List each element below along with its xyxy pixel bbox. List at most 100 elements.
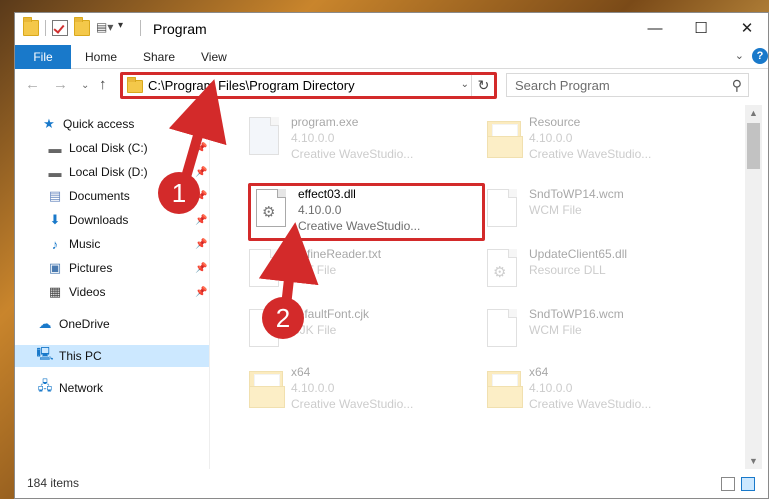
sidebar-item-label: Music (69, 237, 101, 251)
address-path[interactable]: C:\Program Files\Program Directory (148, 78, 355, 93)
folder-icon (487, 367, 523, 409)
sidebar-item-label: Videos (69, 285, 106, 299)
details-view-icon[interactable] (721, 477, 735, 491)
status-bar: 184 items (15, 469, 768, 498)
pin-icon: 📌 (195, 142, 208, 154)
folder-icon (487, 117, 523, 159)
customize-toolbar-icon[interactable]: ▤▾ (96, 20, 113, 36)
sidebar-item-videos[interactable]: ▦ Videos 📌 (15, 281, 209, 303)
item-count: 184 items (27, 476, 80, 490)
sidebar-item-label: Downloads (69, 213, 129, 227)
sidebar-item-label: This PC (59, 349, 102, 363)
drive-icon: ▬ (48, 164, 62, 180)
step-marker-1: 1 (158, 172, 200, 214)
scroll-thumb[interactable] (747, 123, 760, 169)
toolbar-divider (140, 20, 141, 36)
documents-icon: ▤ (48, 188, 62, 203)
back-button[interactable]: ← (25, 76, 40, 93)
tab-home[interactable]: Home (85, 45, 117, 69)
pin-icon: 📌 (195, 214, 208, 226)
search-placeholder: Search Program (515, 78, 610, 93)
pin-icon: 📌 (195, 166, 208, 178)
file-item[interactable]: program.exe 4.10.0.0 Creative WaveStudio… (241, 111, 477, 169)
scroll-up-icon[interactable]: ▲ (745, 105, 762, 121)
file-icon (249, 249, 283, 291)
sidebar-item-label: Pictures (69, 261, 113, 275)
address-dropdown-icon[interactable]: ⌄ (461, 79, 469, 90)
sidebar-item-local-disk-c[interactable]: ▬ Local Disk (C:) 📌 (15, 137, 209, 159)
quick-access-toolbar: ▤▾ ▾ (23, 17, 147, 36)
forward-button[interactable]: → (53, 76, 68, 93)
navigation-bar: ← → ⌄ ↑ C:\Program Files\Program Directo… (15, 70, 768, 101)
tab-file[interactable]: File (15, 45, 71, 69)
ribbon-tabs: File Home Share View ⌄ ? (15, 45, 768, 69)
dll-gear-icon: ⚙ (487, 249, 521, 291)
sidebar-item-label: OneDrive (59, 317, 110, 331)
folder-icon (249, 367, 285, 409)
folder-item[interactable]: x64 4.10.0.0 Creative WaveStudio... (241, 361, 477, 419)
sidebar-item-label: Local Disk (C:) (69, 141, 148, 155)
folder-item[interactable]: x64 4.10.0.0 Creative WaveStudio... (479, 361, 715, 419)
address-bar[interactable]: C:\Program Files\Program Directory ⌄ ↻ (121, 73, 496, 97)
window-title: Program (153, 21, 207, 37)
sidebar-item-pictures[interactable]: ▣ Pictures 📌 (15, 257, 209, 279)
download-icon: ⬇ (49, 212, 61, 227)
pin-icon: 📌 (195, 238, 208, 250)
file-icon (487, 309, 521, 351)
pictures-icon: ▣ (48, 260, 62, 275)
cloud-icon: ☁ (38, 316, 52, 331)
sidebar-item-this-pc[interactable]: 🖳 This PC (15, 345, 209, 367)
file-item[interactable]: fip.fineReader.txt TXT File (241, 243, 477, 301)
video-icon: ▦ (48, 284, 62, 299)
drive-icon: ▬ (48, 140, 62, 156)
sidebar-item-label: Network (59, 381, 104, 395)
sidebar-item-onedrive[interactable]: ☁ OneDrive (15, 313, 209, 335)
folder-item[interactable]: Resource 4.10.0.0 Creative WaveStudio... (479, 111, 715, 169)
address-folder-icon (127, 77, 143, 93)
search-icon[interactable]: ⚲ (732, 77, 742, 94)
exe-icon (249, 117, 283, 159)
recent-locations-icon[interactable]: ⌄ (81, 80, 89, 91)
step-marker-2: 2 (262, 297, 304, 339)
sidebar-item-label: Quick access (63, 117, 135, 131)
network-icon: 🖧 (37, 378, 53, 393)
sidebar-item-quick-access[interactable]: ★ Quick access (15, 113, 209, 135)
sidebar-item-label: Documents (69, 189, 130, 203)
sidebar-item-network[interactable]: 🖧 Network (15, 377, 209, 399)
tab-share[interactable]: Share (143, 45, 175, 69)
new-folder-icon[interactable] (74, 17, 90, 36)
file-item-effect03-dll[interactable]: ⚙ effect03.dll 4.10.0.0 Creative WaveStu… (248, 183, 484, 241)
up-button[interactable]: ↑ (99, 76, 107, 93)
folder-icon (23, 17, 39, 36)
file-list: program.exe 4.10.0.0 Creative WaveStudio… (211, 105, 745, 461)
file-item[interactable]: SndToWP16.wcm WCM File (479, 303, 715, 361)
vertical-scrollbar[interactable]: ▲ ▼ (745, 105, 762, 469)
maximize-button[interactable]: ☐ (678, 13, 724, 43)
properties-icon[interactable] (52, 20, 68, 36)
toolbar-divider (45, 20, 46, 36)
large-icons-view-icon[interactable] (741, 477, 755, 491)
scroll-down-icon[interactable]: ▼ (745, 453, 762, 469)
sidebar-item-music[interactable]: ♪ Music 📌 (15, 233, 209, 255)
toolbar-dropdown-icon[interactable]: ▾ (118, 20, 134, 36)
search-input[interactable]: Search Program ⚲ (506, 73, 749, 97)
refresh-icon[interactable]: ↻ (471, 74, 495, 96)
computer-icon: 🖳 (36, 346, 54, 361)
close-button[interactable]: ✕ (724, 13, 768, 43)
pin-icon: 📌 (195, 262, 208, 274)
dll-gear-icon: ⚙ (256, 189, 290, 231)
expand-ribbon-icon[interactable]: ⌄ (735, 49, 744, 62)
tab-view[interactable]: View (201, 45, 227, 69)
sidebar-item-label: Local Disk (D:) (69, 165, 148, 179)
navigation-pane: ★ Quick access ▬ Local Disk (C:) 📌 ▬ Loc… (15, 109, 210, 469)
help-icon[interactable]: ? (752, 48, 768, 64)
file-item[interactable]: ⚙ UpdateClient65.dll Resource DLL (479, 243, 715, 301)
music-icon: ♪ (51, 236, 59, 252)
file-item[interactable]: SndToWP14.wcm WCM File (479, 183, 715, 241)
title-bar: ▤▾ ▾ Program — ☐ ✕ (15, 13, 768, 45)
pin-icon: 📌 (195, 286, 208, 298)
explorer-window: ▤▾ ▾ Program — ☐ ✕ File Home Share View … (14, 12, 769, 499)
star-icon: ★ (43, 116, 55, 131)
minimize-button[interactable]: — (632, 13, 678, 43)
file-icon (487, 189, 521, 231)
